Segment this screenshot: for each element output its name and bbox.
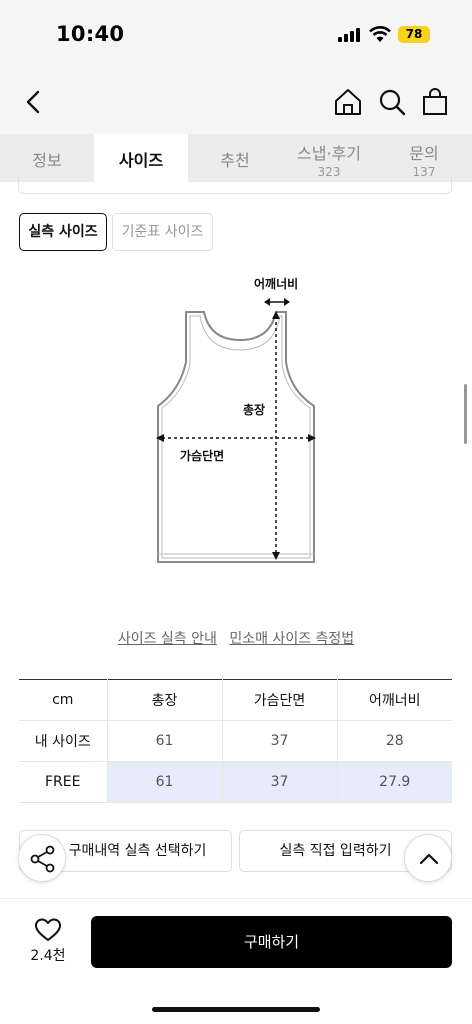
table-cell: 내 사이즈 (19, 720, 108, 762)
home-icon[interactable] (332, 86, 364, 118)
nav-bar (0, 70, 472, 134)
search-icon[interactable] (376, 86, 408, 118)
standard-size-toggle[interactable]: 기준표 사이즈 (112, 213, 213, 251)
size-diagram: 어깨너비 총장 가슴단면 (140, 266, 340, 576)
home-indicator (152, 1007, 320, 1012)
size-guide-links: 사이즈 실측 안내 민소매 사이즈 측정법 (0, 628, 472, 648)
table-header-cell: 총장 (106, 679, 223, 721)
size-table: cm 총장 가슴단면 어깨너비 내 사이즈 61 37 28 FREE 61 3… (19, 679, 452, 803)
back-icon[interactable] (18, 86, 50, 118)
length-label: 총장 (243, 403, 266, 417)
table-cell: FREE (19, 761, 108, 803)
clock: 10:40 (56, 22, 125, 46)
table-cell: 61 (106, 720, 223, 762)
wifi-icon (369, 26, 391, 42)
tab-recommend[interactable]: 추천 (188, 134, 282, 182)
table-header-cell: 가슴단면 (221, 679, 338, 721)
table-row-free[interactable]: FREE 61 37 27.9 (19, 761, 452, 803)
heart-icon[interactable] (34, 917, 62, 943)
chest-label: 가슴단면 (180, 449, 225, 463)
table-cell: 27.9 (336, 761, 452, 803)
measure-method-link[interactable]: 민소매 사이즈 측정법 (229, 631, 354, 647)
tab-snap-review[interactable]: 스냅·후기 323 (282, 134, 376, 182)
shopping-bag-icon[interactable] (419, 86, 451, 118)
signal-icon (338, 28, 360, 42)
actual-size-toggle[interactable]: 실측 사이즈 (19, 213, 107, 251)
tank-top-diagram (156, 298, 316, 563)
share-button[interactable] (18, 834, 66, 882)
status-bar: 10:40 78 (0, 0, 472, 70)
table-header-row: cm 총장 가슴단면 어깨너비 (19, 679, 452, 721)
size-guide-link[interactable]: 사이즈 실측 안내 (118, 631, 217, 647)
share-icon (30, 845, 55, 873)
table-header-cell: cm (19, 679, 108, 721)
table-row-my-size: 내 사이즈 61 37 28 (19, 720, 452, 762)
table-cell: 37 (221, 720, 338, 762)
like-count: 2.4천 (30, 948, 66, 964)
shoulder-label: 어깨너비 (254, 277, 299, 291)
table-cell: 37 (221, 761, 338, 803)
table-cell: 61 (106, 761, 223, 803)
tab-size[interactable]: 사이즈 (94, 134, 188, 182)
tab-inquiry[interactable]: 문의 137 (376, 134, 472, 182)
buy-button[interactable]: 구매하기 (91, 916, 452, 968)
chevron-up-icon (419, 853, 439, 865)
bottom-bar: 2.4천 구매하기 (0, 898, 472, 1024)
product-tabs: 정보 사이즈 추천 스냅·후기 323 문의 137 (0, 134, 472, 182)
scroll-top-button[interactable] (404, 834, 452, 882)
scroll-indicator (464, 384, 467, 444)
table-header-cell: 어깨너비 (336, 679, 452, 721)
table-cell: 28 (336, 720, 452, 762)
battery-indicator: 78 (398, 26, 430, 43)
previous-card-edge (18, 176, 452, 194)
tab-info[interactable]: 정보 (0, 134, 94, 182)
